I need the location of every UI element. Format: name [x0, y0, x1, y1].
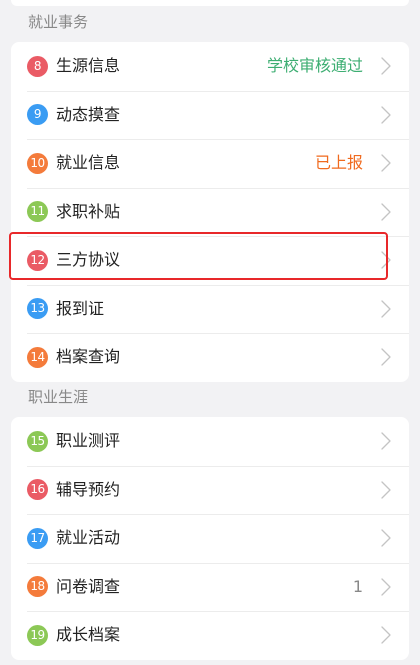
list-item-label: 求职补贴 — [56, 201, 121, 221]
chevron-right-icon — [381, 154, 391, 172]
list-item[interactable]: 8 生源信息 学校审核通过 — [11, 42, 409, 91]
number-badge: 8 — [27, 55, 48, 77]
section-title-employment-affairs: 就业事务 — [28, 13, 89, 31]
chevron-right-icon — [381, 300, 391, 318]
list-item-label: 辅导预约 — [56, 479, 121, 499]
chevron-right-icon — [381, 203, 391, 221]
list-item-status: 学校审核通过 — [266, 56, 363, 76]
list-item[interactable]: 16 辅导预约 — [11, 465, 409, 515]
list-item[interactable]: 13 报到证 — [11, 284, 409, 334]
chevron-right-icon — [381, 529, 391, 547]
list-item-label: 档案查询 — [56, 347, 121, 367]
list-item-label: 成长档案 — [56, 625, 121, 645]
number-badge: 10 — [27, 152, 48, 174]
number-badge: 13 — [27, 298, 48, 320]
list-item-label: 动态摸查 — [56, 104, 121, 124]
number-badge: 16 — [27, 479, 48, 501]
section-title-career: 职业生涯 — [28, 388, 89, 406]
list-item[interactable]: 15 职业测评 — [11, 417, 409, 466]
list-item-label: 问卷调查 — [56, 576, 121, 596]
list-item-status: 已上报 — [314, 153, 363, 173]
chevron-right-icon — [381, 432, 391, 450]
number-badge: 9 — [27, 104, 48, 126]
previous-section-card — [11, 0, 409, 6]
chevron-right-icon — [381, 578, 391, 596]
chevron-right-icon — [381, 57, 391, 75]
chevron-right-icon — [381, 481, 391, 499]
number-badge: 15 — [27, 430, 48, 452]
list-item-label: 就业活动 — [56, 528, 121, 548]
list-item[interactable]: 11 求职补贴 — [11, 187, 409, 237]
list-item[interactable]: 9 动态摸查 — [11, 90, 409, 140]
chevron-right-icon — [381, 106, 391, 124]
number-badge: 11 — [27, 201, 48, 223]
number-badge: 19 — [27, 624, 48, 646]
list-item[interactable]: 12 三方协议 — [11, 236, 409, 285]
list-item-label: 就业信息 — [56, 153, 121, 173]
list-item-status: 1 — [352, 576, 363, 596]
chevron-right-icon — [381, 626, 391, 644]
chevron-right-icon — [381, 348, 391, 366]
list-item[interactable]: 14 档案查询 — [11, 333, 409, 382]
number-badge: 14 — [27, 346, 48, 368]
list-item[interactable]: 18 问卷调查 1 — [11, 562, 409, 612]
list-item-label: 报到证 — [56, 298, 105, 318]
list-item[interactable]: 17 就业活动 — [11, 514, 409, 563]
career-card: 15 职业测评 16 辅导预约 17 就业活动 18 问卷调查 1 19 成长档案 — [11, 417, 409, 660]
number-badge: 18 — [27, 576, 48, 598]
chevron-right-icon — [381, 251, 391, 269]
list-item-label: 职业测评 — [56, 431, 121, 451]
employment-affairs-card: 8 生源信息 学校审核通过 9 动态摸查 10 就业信息 已上报 11 求职补贴 12 三方协议 13 报… — [11, 42, 409, 382]
list-item[interactable]: 19 成长档案 — [11, 611, 409, 660]
number-badge: 17 — [27, 527, 48, 549]
list-item-label: 三方协议 — [56, 250, 121, 270]
list-item-label: 生源信息 — [56, 56, 121, 76]
number-badge: 12 — [27, 249, 48, 271]
list-item[interactable]: 10 就业信息 已上报 — [11, 139, 409, 188]
